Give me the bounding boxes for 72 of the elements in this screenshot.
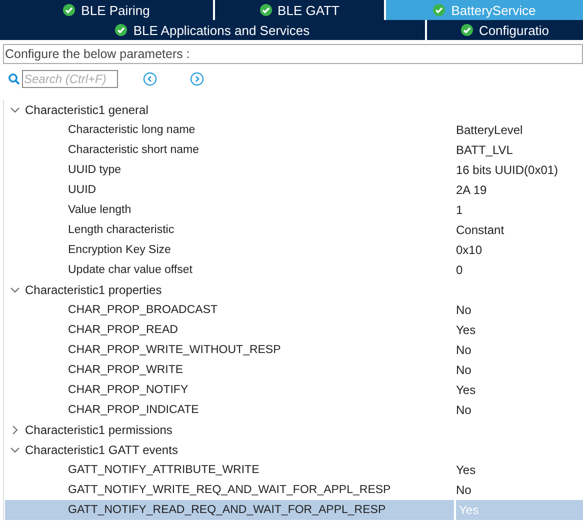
- parameter-value[interactable]: Constant: [453, 220, 583, 240]
- parameter-name: CHAR_PROP_NOTIFY: [67, 383, 190, 398]
- parameter-value[interactable]: BatteryLevel: [453, 120, 583, 140]
- check-icon: [460, 24, 473, 36]
- parameter-value[interactable]: No: [453, 400, 583, 420]
- parameter-name: UUID: [67, 183, 98, 198]
- parameter-name: GATT_NOTIFY_ATTRIBUTE_WRITE: [67, 463, 260, 478]
- parameter-name: CHAR_PROP_WRITE_WITHOUT_RESP: [67, 343, 282, 358]
- parameter-name: CHAR_PROP_READ: [67, 323, 179, 338]
- tab[interactable]: Configuratio: [427, 20, 583, 40]
- chevron-icon[interactable]: [10, 445, 20, 455]
- check-icon: [63, 4, 76, 16]
- parameter-name: Characteristic short name: [67, 143, 200, 158]
- check-icon: [115, 24, 128, 36]
- list-row[interactable]: GATT_NOTIFY_ATTRIBUTE_WRITE Yes: [4, 460, 583, 480]
- parameter-value[interactable]: 2A 19: [453, 180, 583, 200]
- list-row[interactable]: Update char value offset 0: [4, 260, 583, 280]
- parameter-name: Update char value offset: [67, 263, 194, 278]
- parameter-name: CHAR_PROP_INDICATE: [67, 403, 200, 418]
- parameter-value[interactable]: 1: [453, 200, 583, 220]
- parameter-name: Characteristic long name: [67, 123, 196, 138]
- parameter-value[interactable]: BATT_LVL: [453, 140, 583, 160]
- parameter-value[interactable]: Yes: [453, 380, 583, 400]
- list-row[interactable]: CHAR_PROP_WRITE No: [4, 360, 583, 380]
- next-icon[interactable]: [190, 72, 204, 86]
- parameter-value[interactable]: Yes: [453, 460, 583, 480]
- parameter-name: Value length: [67, 203, 132, 218]
- list-row[interactable]: UUID type 16 bits UUID(0x01): [4, 160, 583, 180]
- list-row[interactable]: UUID 2A 19: [4, 180, 583, 200]
- list-row[interactable]: CHAR_PROP_READ Yes: [4, 320, 583, 340]
- chevron-icon[interactable]: [10, 425, 20, 435]
- selected-row[interactable]: GATT_NOTIFY_READ_REQ_AND_WAIT_FOR_APPL_RESP Yes: [5, 500, 583, 520]
- list-row[interactable]: Length characteristic Constant: [4, 220, 583, 240]
- list-row[interactable]: Characteristic short name BATT_LVL: [4, 140, 583, 160]
- chevron-icon[interactable]: [10, 285, 20, 295]
- list-row[interactable]: CHAR_PROP_WRITE_WITHOUT_RESP No: [4, 340, 583, 360]
- previous-icon[interactable]: [143, 72, 157, 86]
- check-icon: [260, 4, 272, 16]
- group-label[interactable]: Characteristic1 general: [25, 103, 148, 117]
- parameter-value[interactable]: 0x10: [453, 240, 583, 260]
- parameter-name: CHAR_PROP_BROADCAST: [67, 303, 219, 318]
- list-row[interactable]: Encryption Key Size 0x10: [4, 240, 583, 260]
- list-row[interactable]: GATT_NOTIFY_WRITE_REQ_AND_WAIT_FOR_APPL_RESP No: [4, 480, 583, 500]
- parameter-name: UUID type: [67, 163, 122, 178]
- tab[interactable]: BLE Applications and Services: [0, 20, 425, 40]
- search-field[interactable]: Search (Ctrl+F): [22, 70, 118, 88]
- parameter-value[interactable]: No: [453, 480, 583, 500]
- parameter-name: GATT_NOTIFY_READ_REQ_AND_WAIT_FOR_APPL_RESP: [67, 503, 387, 518]
- parameter-value[interactable]: 0: [453, 260, 583, 280]
- search-icon: [8, 73, 20, 85]
- check-icon: [433, 4, 446, 16]
- tab[interactable]: BLE Pairing: [0, 0, 213, 20]
- parameter-value[interactable]: Yes: [453, 320, 583, 340]
- parameter-value[interactable]: No: [453, 360, 583, 380]
- parameter-value[interactable]: No: [453, 300, 583, 320]
- parameter-value[interactable]: 16 bits UUID(0x01): [453, 160, 583, 180]
- list-row[interactable]: CHAR_PROP_INDICATE No: [4, 400, 583, 420]
- list-row[interactable]: CHAR_PROP_NOTIFY Yes: [4, 380, 583, 400]
- chevron-icon[interactable]: [10, 105, 20, 115]
- parameter-name: Encryption Key Size: [67, 243, 172, 258]
- instruction-text: Configure the below parameters :: [3, 44, 583, 64]
- list-row[interactable]: CHAR_PROP_BROADCAST No: [4, 300, 583, 320]
- list-row[interactable]: Characteristic long name BatteryLevel: [4, 120, 583, 140]
- parameter-name: GATT_NOTIFY_WRITE_REQ_AND_WAIT_FOR_APPL_RESP: [67, 483, 392, 498]
- parameter-value[interactable]: No: [453, 340, 583, 360]
- parameter-name: CHAR_PROP_WRITE: [67, 363, 184, 378]
- list-row[interactable]: Value length 1: [4, 200, 583, 220]
- group-label[interactable]: Characteristic1 GATT events: [25, 443, 178, 457]
- parameter-name: Length characteristic: [67, 223, 176, 238]
- group-label[interactable]: Characteristic1 properties: [25, 283, 162, 297]
- group-label[interactable]: Characteristic1 permissions: [25, 423, 172, 437]
- tab[interactable]: BLE GATT: [215, 0, 384, 20]
